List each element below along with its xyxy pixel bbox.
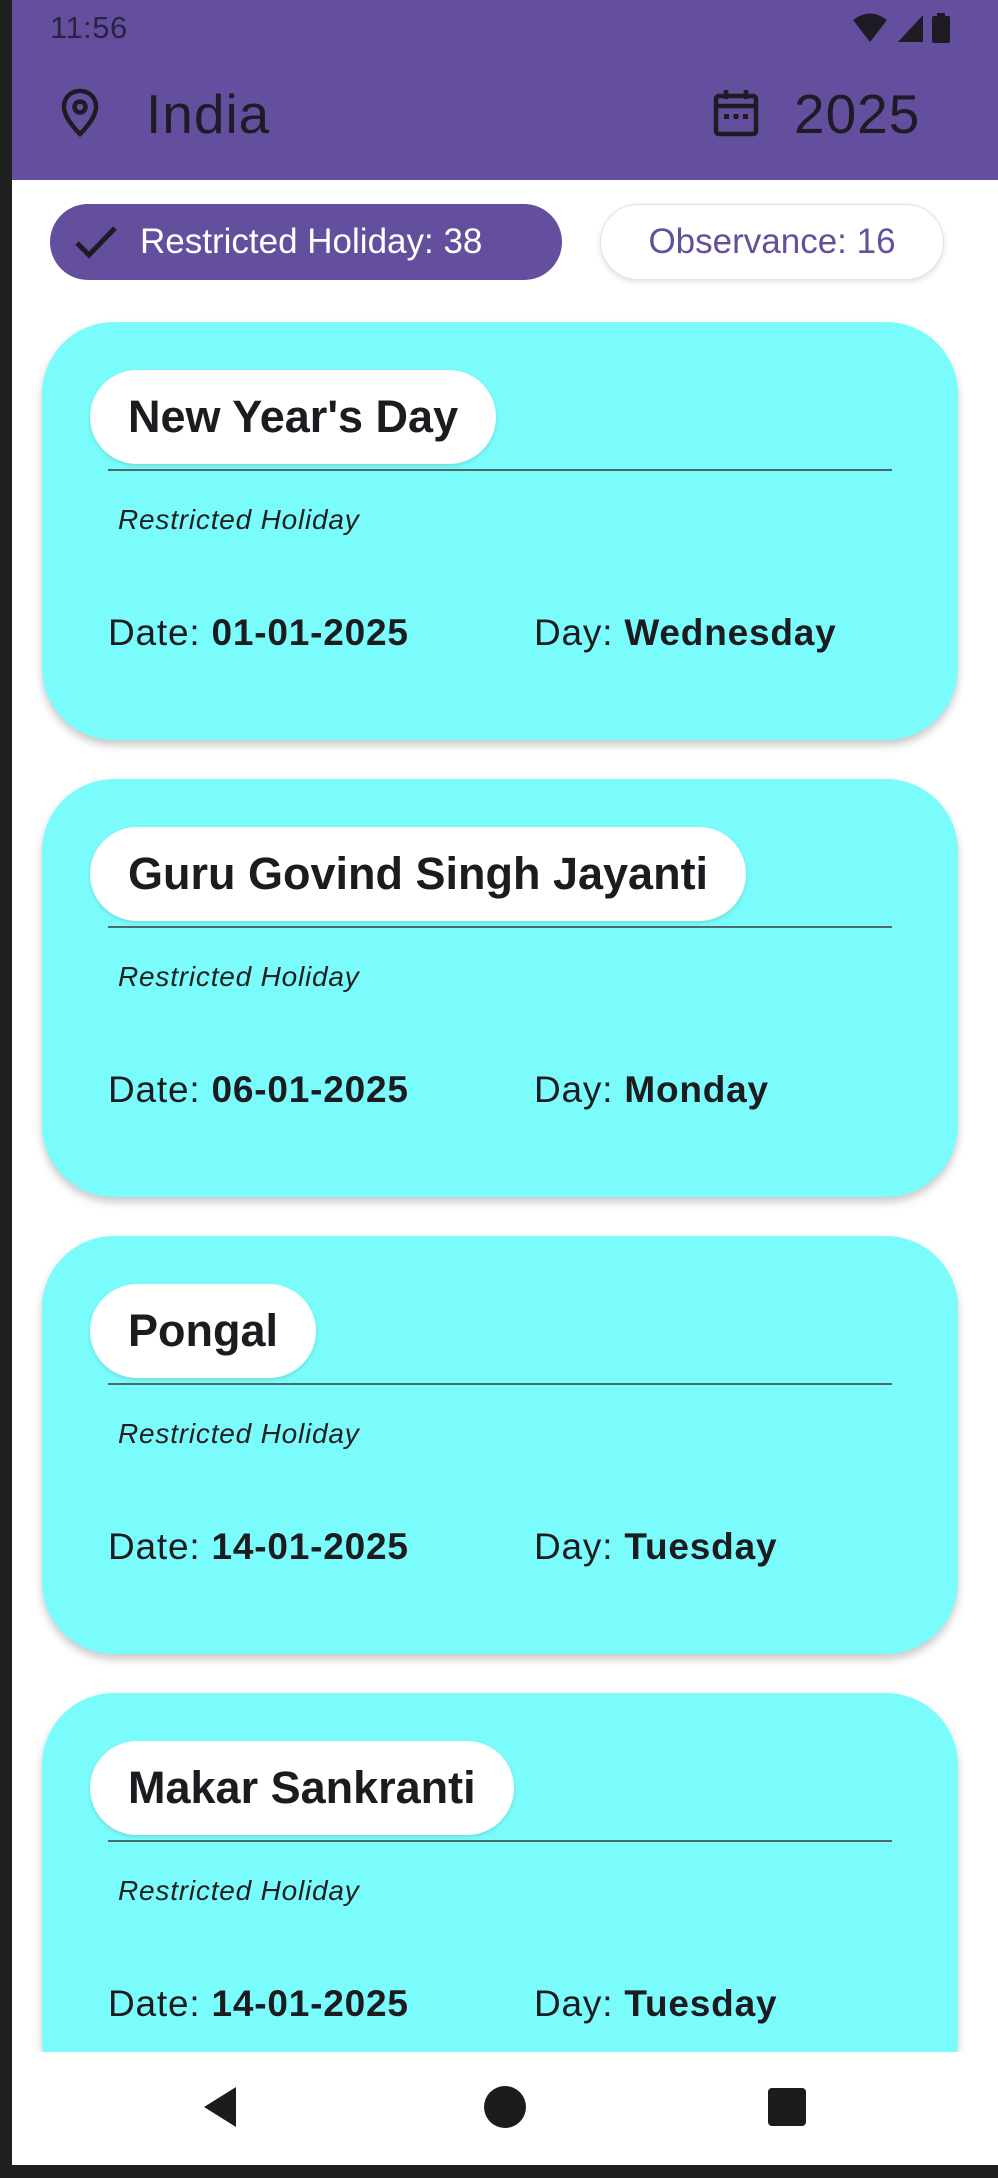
holiday-card[interactable]: New Year's Day Restricted Holiday Date: … [42, 322, 958, 740]
signal-icon [898, 15, 923, 42]
wifi-icon [853, 13, 887, 42]
date-label: Date: [108, 1069, 212, 1110]
system-nav-bar [12, 2052, 998, 2165]
year-selector[interactable]: 2025 [794, 82, 920, 146]
day-value: Monday [624, 1069, 769, 1110]
day-value: Tuesday [624, 1983, 778, 2024]
battery-icon [932, 13, 950, 43]
date-label: Date: [108, 612, 212, 653]
holiday-type: Restricted Holiday [118, 504, 360, 535]
app-header: 11:56 India 2025 [12, 0, 998, 180]
filter-chip-restricted-label: Restricted Holiday: 38 [140, 222, 483, 261]
status-time: 11:56 [50, 10, 128, 45]
holiday-name: Pongal [90, 1284, 317, 1378]
holiday-name: New Year's Day [90, 370, 497, 464]
date-label: Date: [108, 1526, 212, 1567]
country-selector[interactable]: India [146, 82, 270, 146]
date-value: 01-01-2025 [211, 612, 409, 653]
date-value: 14-01-2025 [211, 1526, 409, 1567]
holiday-date: Date: 01-01-2025 [108, 612, 409, 654]
holiday-type: Restricted Holiday [118, 961, 360, 992]
calendar-icon[interactable] [712, 88, 760, 138]
day-label: Day: [534, 1069, 625, 1110]
day-label: Day: [534, 612, 625, 653]
holiday-day: Day: Monday [534, 1069, 769, 1111]
status-icons [852, 12, 950, 44]
holiday-name: Makar Sankranti [90, 1741, 514, 1835]
holiday-type: Restricted Holiday [118, 1418, 360, 1449]
card-divider [108, 926, 892, 928]
holiday-card[interactable]: Makar Sankranti Restricted Holiday Date:… [42, 1693, 958, 2111]
holiday-type: Restricted Holiday [118, 1875, 360, 1906]
location-pin-icon[interactable] [60, 88, 100, 138]
date-value: 06-01-2025 [211, 1069, 409, 1110]
recents-icon[interactable] [762, 2082, 812, 2132]
home-icon[interactable] [480, 2082, 530, 2132]
day-label: Day: [534, 1526, 625, 1567]
holiday-day: Day: Wednesday [534, 612, 837, 654]
filter-chip-restricted[interactable]: Restricted Holiday: 38 [50, 204, 562, 280]
holiday-date: Date: 14-01-2025 [108, 1983, 409, 2025]
holiday-name: Guru Govind Singh Jayanti [90, 827, 747, 921]
day-value: Wednesday [624, 612, 837, 653]
filter-chip-observance[interactable]: Observance: 16 [600, 204, 944, 280]
card-divider [108, 469, 892, 471]
check-icon [74, 224, 118, 260]
filter-chip-observance-label: Observance: 16 [648, 222, 896, 261]
day-value: Tuesday [624, 1526, 778, 1567]
card-divider [108, 1383, 892, 1385]
holiday-date: Date: 06-01-2025 [108, 1069, 409, 1111]
day-label: Day: [534, 1983, 625, 2024]
card-divider [108, 1840, 892, 1842]
holiday-card[interactable]: Guru Govind Singh Jayanti Restricted Hol… [42, 779, 958, 1197]
date-label: Date: [108, 1983, 212, 2024]
holiday-date: Date: 14-01-2025 [108, 1526, 409, 1568]
holiday-day: Day: Tuesday [534, 1526, 777, 1568]
holiday-card[interactable]: Pongal Restricted Holiday Date: 14-01-20… [42, 1236, 958, 1654]
date-value: 14-01-2025 [211, 1983, 409, 2024]
app-screen: 11:56 India 2025 Restricted Holiday: 38 [12, 0, 998, 2165]
back-icon[interactable] [198, 2082, 248, 2132]
holiday-day: Day: Tuesday [534, 1983, 777, 2025]
